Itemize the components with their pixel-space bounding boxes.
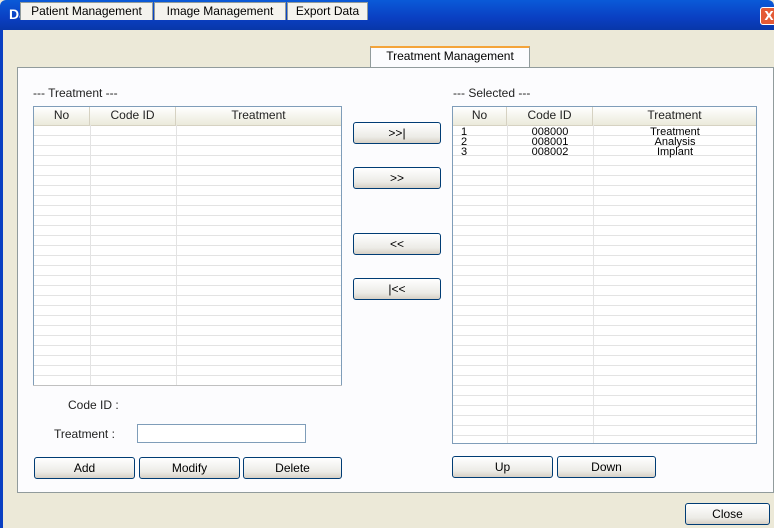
grid-line — [453, 175, 756, 176]
grid-line — [453, 385, 756, 386]
grid-line — [34, 255, 341, 256]
grid-line — [34, 175, 341, 176]
grid-line — [453, 165, 756, 166]
grid-line — [34, 165, 341, 166]
grid-line — [453, 425, 756, 426]
grid-line — [34, 305, 341, 306]
selected-list[interactable]: No Code ID Treatment 1 008000 Treatment 2 00… — [452, 106, 757, 444]
grid-line — [453, 435, 756, 436]
grid-line — [453, 395, 756, 396]
tab-treatment-management[interactable]: Treatment Management — [370, 46, 530, 67]
tab-patient-management[interactable]: Patient Management — [20, 2, 153, 20]
grid-line — [34, 145, 341, 146]
grid-line — [453, 265, 756, 266]
treatment-list[interactable]: No Code ID Treatment — [33, 106, 342, 386]
grid-line — [34, 365, 341, 366]
column-header-no[interactable]: No — [34, 107, 90, 125]
grid-line — [453, 355, 756, 356]
grid-line — [453, 315, 756, 316]
remove-all-button[interactable]: |<< — [353, 278, 441, 300]
grid-line — [34, 205, 341, 206]
treatment-form — [33, 385, 342, 456]
grid-line — [453, 365, 756, 366]
grid-line — [34, 195, 341, 196]
selected-list-header: No Code ID Treatment — [453, 107, 756, 126]
treatment-list-header: No Code ID Treatment — [34, 107, 341, 126]
selected-row-code: 008002 — [531, 146, 569, 158]
modify-button[interactable]: Modify — [139, 457, 240, 479]
column-header-code-id[interactable]: Code ID — [507, 107, 593, 125]
treatment-field-label: Treatment : — [54, 427, 115, 441]
grid-line — [453, 295, 756, 296]
selected-group-label: --- Selected --- — [453, 86, 531, 100]
grid-line — [34, 345, 341, 346]
add-button[interactable]: Add — [34, 457, 135, 479]
up-button[interactable]: Up — [452, 456, 553, 478]
grid-line — [453, 285, 756, 286]
grid-line — [176, 125, 177, 385]
selected-row-treatment: Implant — [656, 146, 694, 158]
grid-line — [453, 415, 756, 416]
grid-line — [453, 225, 756, 226]
delete-button[interactable]: Delete — [243, 457, 342, 479]
column-header-no[interactable]: No — [453, 107, 507, 125]
grid-line — [34, 265, 341, 266]
grid-line — [34, 325, 341, 326]
grid-line — [453, 245, 756, 246]
grid-line — [593, 125, 594, 443]
grid-line — [34, 355, 341, 356]
grid-line — [34, 225, 341, 226]
grid-line — [453, 215, 756, 216]
grid-line — [34, 235, 341, 236]
grid-line — [453, 335, 756, 336]
grid-line — [34, 135, 341, 136]
grid-line — [90, 125, 91, 385]
grid-line — [34, 245, 341, 246]
grid-line — [453, 325, 756, 326]
column-header-code-id[interactable]: Code ID — [90, 107, 176, 125]
grid-line — [453, 345, 756, 346]
grid-line — [453, 405, 756, 406]
grid-line — [507, 125, 508, 443]
grid-line — [453, 255, 756, 256]
grid-line — [34, 285, 341, 286]
down-button[interactable]: Down — [557, 456, 656, 478]
tab-image-management[interactable]: Image Management — [154, 2, 286, 20]
grid-line — [453, 195, 756, 196]
grid-line — [453, 235, 756, 236]
add-all-button[interactable]: >>| — [353, 122, 441, 144]
column-header-treatment[interactable]: Treatment — [176, 107, 341, 125]
column-header-treatment[interactable]: Treatment — [593, 107, 756, 125]
grid-line — [453, 375, 756, 376]
grid-line — [34, 155, 341, 156]
grid-line — [453, 185, 756, 186]
grid-line — [34, 295, 341, 296]
treatment-input[interactable] — [137, 424, 306, 443]
grid-line — [34, 315, 341, 316]
grid-line — [453, 205, 756, 206]
selected-row-no: 3 — [461, 146, 468, 158]
close-window-icon[interactable]: X — [760, 7, 774, 25]
grid-line — [34, 375, 341, 376]
grid-line — [34, 185, 341, 186]
grid-line — [34, 275, 341, 276]
close-button[interactable]: Close — [685, 503, 770, 525]
grid-line — [453, 275, 756, 276]
grid-line — [34, 335, 341, 336]
grid-line — [34, 215, 341, 216]
remove-selected-button[interactable]: << — [353, 233, 441, 255]
code-id-label: Code ID : — [68, 398, 119, 412]
tab-export-data[interactable]: Export Data — [287, 2, 368, 20]
grid-line — [453, 305, 756, 306]
treatment-group-label: --- Treatment --- — [33, 86, 118, 100]
add-selected-button[interactable]: >> — [353, 167, 441, 189]
